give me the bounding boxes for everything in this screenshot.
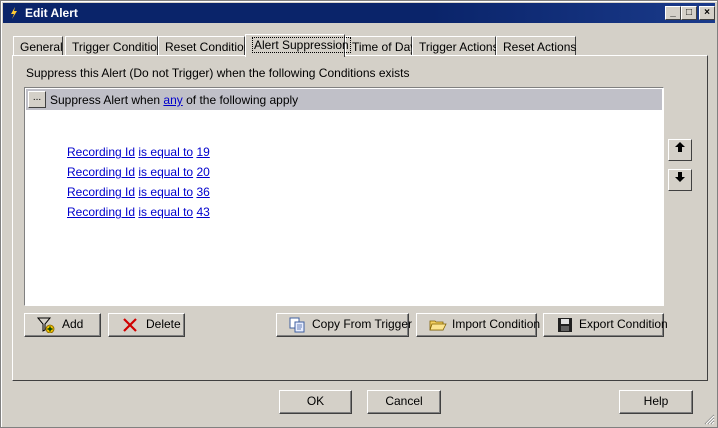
cancel-button[interactable]: Cancel (367, 390, 441, 414)
delete-x-icon (123, 318, 137, 332)
close-button[interactable]: × (699, 6, 715, 20)
resize-grip-icon[interactable] (703, 413, 715, 425)
tab-trigger-condition[interactable]: Trigger Condition (65, 36, 164, 56)
alert-suppression-panel: Suppress this Alert (Do not Trigger) whe… (12, 55, 708, 381)
add-button[interactable]: Add (24, 313, 101, 337)
condition-operator-link[interactable]: is equal to (138, 165, 193, 179)
tab-reset-actions[interactable]: Reset Actions (496, 36, 576, 56)
condition-value-link[interactable]: 43 (196, 205, 209, 219)
group-text: Suppress Alert when any of the following… (50, 93, 298, 107)
condition-operator-link[interactable]: is equal to (138, 185, 193, 199)
minimize-button[interactable]: _ (665, 6, 681, 20)
import-condition-label: Import Condition (452, 317, 541, 331)
save-disk-icon (558, 318, 572, 332)
condition-operator-link[interactable]: is equal to (138, 205, 193, 219)
group-quantifier-link[interactable]: any (163, 93, 182, 107)
delete-button-label: Delete (146, 317, 181, 331)
edit-alert-window: Edit Alert _ □ × General Trigger Conditi… (0, 0, 718, 428)
tab-time-of-day[interactable]: Time of Day (345, 36, 416, 56)
export-condition-label: Export Condition (579, 317, 668, 331)
condition-value-link[interactable]: 36 (196, 185, 209, 199)
arrow-down-icon (675, 172, 685, 182)
title-bar[interactable]: Edit Alert _ □ × (3, 3, 715, 23)
condition-operator-link[interactable]: is equal to (138, 145, 193, 159)
panel-description: Suppress this Alert (Do not Trigger) whe… (26, 66, 410, 80)
condition-rule: Recording Id is equal to 36 (67, 185, 210, 199)
cancel-button-label: Cancel (385, 394, 423, 408)
help-button-label: Help (643, 394, 669, 408)
copy-from-trigger-label: Copy From Trigger (312, 317, 413, 331)
group-options-button[interactable]: ... (28, 91, 46, 108)
tab-trigger-actions[interactable]: Trigger Actions (412, 36, 499, 56)
tab-alert-suppression[interactable]: Alert Suppression (245, 34, 351, 57)
app-icon (7, 6, 21, 20)
filter-add-icon (37, 317, 55, 333)
copy-icon (289, 317, 305, 333)
condition-rule: Recording Id is equal to 43 (67, 205, 210, 219)
condition-field-link[interactable]: Recording Id (67, 165, 135, 179)
copy-from-trigger-button[interactable]: Copy From Trigger (276, 313, 413, 337)
condition-field-link[interactable]: Recording Id (67, 145, 135, 159)
tab-alert-suppression-label: Alert Suppression (252, 37, 351, 53)
condition-field-link[interactable]: Recording Id (67, 205, 135, 219)
condition-value-link[interactable]: 19 (196, 145, 209, 159)
condition-tree[interactable]: ... Suppress Alert when any of the follo… (24, 87, 664, 306)
export-condition-button[interactable]: Export Condition (543, 313, 668, 337)
group-prefix: Suppress Alert when (50, 93, 161, 107)
tab-reset-condition[interactable]: Reset Condition (158, 36, 250, 56)
import-condition-button[interactable]: Import Condition (416, 313, 541, 337)
help-button[interactable]: Help (619, 390, 693, 414)
add-button-label: Add (62, 317, 84, 331)
condition-rule: Recording Id is equal to 19 (67, 145, 210, 159)
move-up-button[interactable] (668, 139, 692, 161)
tab-general[interactable]: General (13, 36, 63, 56)
ok-button-label: OK (306, 394, 325, 408)
condition-rule: Recording Id is equal to 20 (67, 165, 210, 179)
move-down-button[interactable] (668, 169, 692, 191)
arrow-up-icon (675, 142, 685, 152)
open-folder-icon (429, 320, 447, 331)
condition-group-header: ... Suppress Alert when any of the follo… (26, 89, 662, 110)
window-title: Edit Alert (25, 6, 78, 20)
maximize-button[interactable]: □ (681, 6, 697, 20)
ok-button[interactable]: OK (279, 390, 352, 414)
condition-field-link[interactable]: Recording Id (67, 185, 135, 199)
condition-value-link[interactable]: 20 (196, 165, 209, 179)
delete-button[interactable]: Delete (108, 313, 185, 337)
group-suffix: of the following apply (186, 93, 299, 107)
